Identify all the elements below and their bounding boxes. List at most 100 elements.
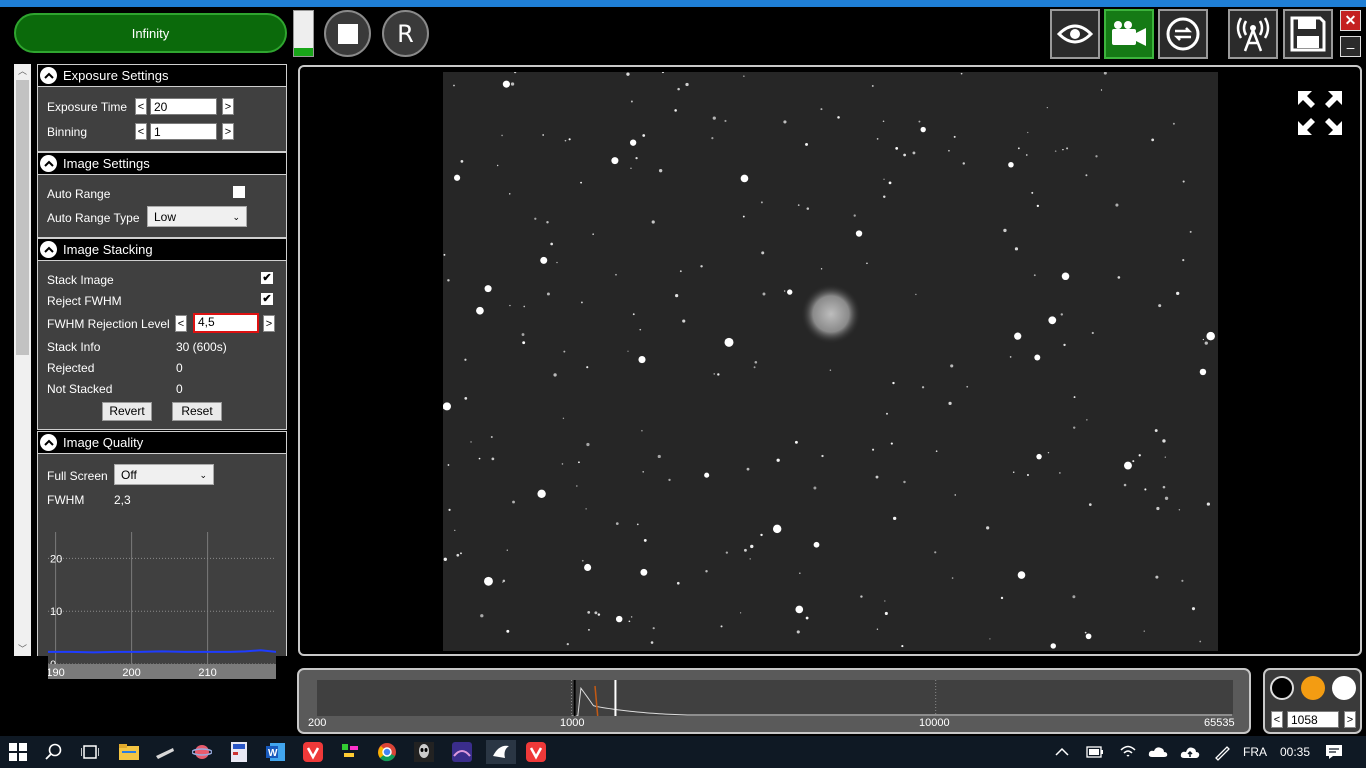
loop-button[interactable] — [1158, 9, 1208, 59]
star — [1031, 191, 1034, 194]
fwhm-level-decrease[interactable]: < — [175, 315, 187, 332]
word-icon[interactable]: W — [264, 740, 288, 764]
capture-app-icon[interactable] — [486, 740, 516, 764]
settings-scrollbar[interactable]: ︿ ﹀ — [14, 64, 31, 656]
stellarium-icon[interactable] — [450, 740, 474, 764]
save-button[interactable] — [1283, 9, 1333, 59]
battery-icon[interactable] — [1083, 740, 1107, 764]
binning-input[interactable]: 1 — [150, 123, 217, 140]
pen-icon[interactable] — [1210, 740, 1234, 764]
black-point-button[interactable] — [1270, 676, 1294, 700]
stop-icon — [337, 23, 358, 44]
fwhm-level-increase[interactable]: > — [263, 315, 275, 332]
star — [799, 572, 801, 574]
loop-icon — [1166, 17, 1200, 51]
auto-range-checkbox[interactable] — [233, 186, 245, 198]
star — [679, 270, 682, 273]
star — [1063, 343, 1066, 347]
level-input[interactable]: 1058 — [1287, 711, 1339, 728]
star — [805, 616, 809, 620]
binning-decrease[interactable]: < — [135, 123, 147, 140]
revert-button[interactable]: Revert — [102, 402, 152, 421]
binning-increase[interactable]: > — [222, 123, 234, 140]
onedrive-icon[interactable] — [1146, 740, 1170, 764]
image-viewer[interactable] — [298, 65, 1362, 656]
star — [588, 628, 590, 631]
fwhm-level-input[interactable]: 4,5 — [193, 313, 259, 333]
close-button[interactable]: ✕ — [1340, 10, 1361, 31]
star — [587, 610, 591, 614]
star — [581, 559, 584, 562]
capture-progress-fill — [294, 47, 313, 56]
windows-start-icon[interactable] — [6, 740, 30, 764]
histogram[interactable] — [317, 680, 1233, 716]
clock[interactable]: 00:35 — [1280, 745, 1310, 759]
wifi-icon[interactable] — [1116, 740, 1140, 764]
star — [677, 87, 680, 91]
star — [1017, 571, 1026, 579]
reset-r-button[interactable]: R — [382, 10, 429, 57]
image-quality-panel: Image Quality Full Screen Off ⌄ FWHM 2,3 … — [37, 431, 287, 679]
chrome-icon[interactable] — [375, 740, 399, 764]
star — [776, 458, 780, 462]
chevron-up-icon[interactable] — [1050, 740, 1074, 764]
minimize-button[interactable]: – — [1340, 36, 1361, 57]
status-button[interactable]: Infinity — [14, 13, 287, 53]
image-quality-header[interactable]: Image Quality — [37, 431, 287, 453]
level-decrease[interactable]: < — [1271, 711, 1283, 728]
task-view-icon[interactable] — [78, 740, 102, 764]
star — [796, 630, 800, 634]
telescope-app-icon[interactable] — [153, 740, 177, 764]
scrollbar-thumb[interactable] — [16, 80, 29, 355]
color-app-icon[interactable] — [338, 740, 362, 764]
search-icon[interactable] — [42, 740, 66, 764]
vivaldi-icon[interactable] — [301, 740, 325, 764]
star — [760, 533, 763, 537]
calculator-app-icon[interactable] — [227, 740, 251, 764]
alien-app-icon[interactable] — [412, 740, 436, 764]
language-indicator[interactable]: FRA — [1243, 745, 1267, 759]
chevron-up-icon[interactable] — [40, 241, 57, 258]
image-settings-header[interactable]: Image Settings — [37, 152, 287, 174]
star — [724, 337, 734, 347]
vivaldi-icon-2[interactable] — [524, 740, 548, 764]
chevron-up-icon[interactable] — [40, 155, 57, 172]
broadcast-button[interactable] — [1228, 9, 1278, 59]
star — [1012, 471, 1015, 474]
stack-image-checkbox[interactable]: ✔ — [261, 272, 273, 284]
view-button[interactable] — [1050, 9, 1100, 59]
cloud-upload-icon[interactable] — [1178, 740, 1202, 764]
histogram-curve — [571, 686, 1233, 716]
midtone-button[interactable] — [1301, 676, 1325, 700]
file-explorer-icon[interactable] — [117, 740, 141, 764]
video-camera-button[interactable] — [1104, 9, 1154, 59]
scroll-down-icon[interactable]: ﹀ — [14, 642, 31, 656]
chevron-up-icon[interactable] — [40, 434, 57, 451]
level-increase[interactable]: > — [1344, 711, 1356, 728]
reject-fwhm-checkbox[interactable]: ✔ — [261, 293, 273, 305]
star — [448, 508, 451, 511]
auto-range-type-select[interactable]: Low ⌄ — [147, 206, 247, 227]
star — [478, 457, 481, 460]
full-screen-select[interactable]: Off ⌄ — [114, 464, 214, 485]
star — [1143, 630, 1145, 632]
star — [1014, 332, 1022, 340]
white-point-button[interactable] — [1332, 676, 1356, 700]
planetarium-app-icon[interactable] — [190, 740, 214, 764]
star — [581, 301, 583, 304]
reset-button[interactable]: Reset — [172, 402, 222, 421]
exposure-settings-header[interactable]: Exposure Settings — [37, 64, 287, 86]
star — [1025, 154, 1028, 156]
scroll-up-icon[interactable]: ︿ — [14, 64, 31, 78]
notifications-icon[interactable] — [1322, 740, 1346, 764]
star — [506, 549, 508, 551]
image-stacking-header[interactable]: Image Stacking — [37, 238, 287, 260]
star — [506, 629, 510, 633]
exposure-time-increase[interactable]: > — [222, 98, 234, 115]
stop-button[interactable] — [324, 10, 371, 57]
fullscreen-icon[interactable] — [1296, 89, 1344, 137]
exposure-time-decrease[interactable]: < — [135, 98, 147, 115]
chevron-up-icon[interactable] — [40, 67, 57, 84]
exposure-time-input[interactable]: 20 — [150, 98, 217, 115]
star — [888, 181, 892, 185]
